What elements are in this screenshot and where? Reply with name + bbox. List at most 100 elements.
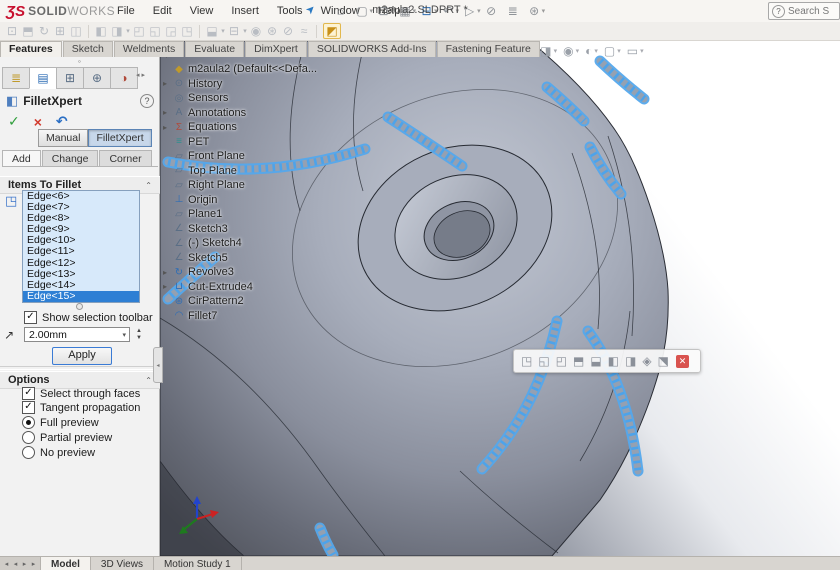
panel-collapse-tab[interactable]: ◂ <box>153 347 163 383</box>
tree-item[interactable]: ▸ ⊥ Origin <box>163 193 353 208</box>
tab-nav-arrow-icon[interactable]: ▸ <box>20 560 29 568</box>
toolbar-icon[interactable]: ◰ <box>133 24 145 38</box>
chevron-down-icon[interactable]: ▾ <box>477 7 481 15</box>
tab-nav-arrow-icon[interactable]: ◂ <box>11 560 20 568</box>
fillet-tab[interactable]: Corner <box>99 150 151 166</box>
edges-listbox[interactable]: Edge<6>Edge<7>Edge<8>Edge<9>Edge<10>Edge… <box>22 190 140 303</box>
toolbar-icon[interactable]: ⊡ <box>6 24 18 38</box>
tree-item[interactable]: ▸ ◆ m2aula2 (Default<<Defa... <box>163 62 353 77</box>
toolbar-icon[interactable]: ◲ <box>165 24 177 38</box>
expand-arrow-icon[interactable]: ▸ <box>163 123 172 132</box>
tree-item[interactable]: ▸ ⊔ Cut-Extrude4 <box>163 280 353 295</box>
quick-access-icon[interactable]: ↶ ▾ <box>442 4 460 18</box>
toolbar-icon[interactable]: ◩ <box>323 23 341 39</box>
tree-item[interactable]: ▸ ∠ (-) Sketch4 <box>163 236 353 251</box>
toolbar-icon[interactable]: ◧ <box>95 24 107 38</box>
quick-access-icon[interactable]: ▷ ▾ <box>463 4 481 18</box>
selection-option-icon[interactable]: ⬓ <box>590 354 601 368</box>
toolbar-icon[interactable]: ▾ <box>242 27 248 35</box>
chevron-down-icon[interactable]: ▾ <box>391 7 395 15</box>
command-tab[interactable]: Weldments <box>114 41 184 57</box>
toolbar-icon[interactable]: ◉ <box>250 24 262 38</box>
fillet-tab[interactable]: Change <box>42 150 99 166</box>
manager-tab[interactable]: ▤ <box>29 67 56 89</box>
chevron-down-icon[interactable]: ▾ <box>554 47 558 55</box>
quick-access-icon[interactable]: ⊡ ▾ <box>377 4 395 18</box>
chevron-down-icon[interactable]: ▾ <box>640 47 644 55</box>
edge-list-item[interactable]: Edge<15> <box>23 291 139 302</box>
menu-item[interactable]: Insert <box>222 5 268 17</box>
edge-list-item[interactable]: Edge<11> <box>23 246 139 257</box>
fillet-tab[interactable]: Add <box>2 150 41 166</box>
expand-arrow-icon[interactable]: ▸ <box>163 268 172 277</box>
toolbar-icon[interactable]: ⊞ <box>54 24 66 38</box>
collapse-chevron-icon[interactable]: ⌃ <box>145 376 152 385</box>
toolbar-icon[interactable]: ◫ <box>70 24 82 38</box>
tree-item[interactable]: ▸ ▱ Top Plane <box>163 164 353 179</box>
undo-button[interactable]: ↶ <box>56 113 68 130</box>
quick-access-icon[interactable]: ⊘ ▾ <box>485 4 503 18</box>
graphics-viewport[interactable]: .bl1{stroke:#54a8ec;stroke-width:11;fill… <box>160 41 840 556</box>
chevron-down-icon[interactable]: ▾ <box>456 7 460 15</box>
chevron-down-icon[interactable]: ▾ <box>370 7 374 15</box>
menu-item[interactable]: File <box>108 5 144 17</box>
show-selection-toolbar-checkbox[interactable]: ✓ Show selection toolbar <box>24 311 153 324</box>
quick-access-icon[interactable]: ⌂ ▾ <box>334 4 352 18</box>
expand-arrow-icon[interactable]: ▸ <box>163 79 172 88</box>
chevron-down-icon[interactable]: ▾ <box>413 7 417 15</box>
tab-nav-arrow-icon[interactable]: ▸ <box>29 560 38 568</box>
tree-item[interactable]: ▸ ∠ Sketch3 <box>163 222 353 237</box>
chevron-down-icon[interactable]: ▾ <box>594 47 598 55</box>
selection-option-icon[interactable]: ◱ <box>538 354 549 368</box>
toolbar-icon[interactable]: ⬒ <box>22 24 34 38</box>
selection-option-icon[interactable]: ◈ <box>642 354 651 368</box>
toolbar-icon[interactable] <box>316 25 317 38</box>
toolbar-icon[interactable]: ↻ <box>38 24 50 38</box>
document-tab[interactable]: Motion Study 1 <box>154 557 242 570</box>
command-tab[interactable]: Features <box>0 41 62 57</box>
expand-arrow-icon[interactable]: ▸ <box>163 108 172 117</box>
radius-spinner[interactable]: ▲▼ <box>133 326 145 343</box>
quick-access-icon[interactable]: ▦ ▾ <box>399 4 417 18</box>
edge-list-item[interactable]: Edge<12> <box>23 258 139 269</box>
tree-item[interactable]: ▸ ↻ Revolve3 <box>163 265 353 280</box>
toolbar-icon[interactable]: ≈ <box>298 24 310 38</box>
selection-option-icon[interactable]: ⬒ <box>573 354 584 368</box>
selection-option-icon[interactable]: ⬔ <box>658 354 669 368</box>
view-tool-icon[interactable]: ▭ ▾ <box>627 44 644 58</box>
toolbar-icon[interactable]: ◨ <box>111 24 123 38</box>
tree-item[interactable]: ▸ ▱ Plane1 <box>163 207 353 222</box>
view-tool-icon[interactable]: ◐ ▾ <box>585 44 598 58</box>
quick-access-icon[interactable]: ▢ ▾ <box>356 4 374 18</box>
menu-item[interactable]: View <box>181 5 223 17</box>
select-through-faces-checkbox[interactable]: ✓ Select through faces <box>22 387 140 400</box>
manager-tab[interactable]: ⊕ <box>83 67 110 89</box>
help-icon[interactable]: ? <box>140 94 154 108</box>
list-resize-handle[interactable] <box>76 303 83 310</box>
mode-button[interactable]: Manual <box>38 129 88 147</box>
toolbar-icon[interactable]: ◳ <box>181 24 193 38</box>
quick-access-icon[interactable]: ⊛ ▾ <box>528 4 546 18</box>
panel-handle[interactable]: ⚬ <box>0 58 159 66</box>
view-tool-icon[interactable]: ◉ ▾ <box>563 44 579 58</box>
quick-access-icon[interactable]: ⊟ ▾ <box>420 4 438 18</box>
close-icon[interactable]: ✕ <box>676 355 689 368</box>
selection-option-icon[interactable]: ◨ <box>625 354 636 368</box>
tree-item[interactable]: ▸ ◠ Fillet7 <box>163 309 353 324</box>
tree-item[interactable]: ▸ ⊛ CirPattern2 <box>163 294 353 309</box>
toolbar-icon[interactable]: ◱ <box>149 24 161 38</box>
menu-item[interactable]: Edit <box>144 5 181 17</box>
tab-nav-arrow-icon[interactable]: ◂ <box>2 560 11 568</box>
toolbar-icon[interactable]: ▾ <box>220 27 226 35</box>
ok-button[interactable]: ✓ <box>8 113 20 130</box>
chevron-down-icon[interactable]: ▾ <box>617 47 621 55</box>
collapse-chevron-icon[interactable]: ⌃ <box>145 181 152 190</box>
tree-item[interactable]: ▸ Σ Equations <box>163 120 353 135</box>
tree-item[interactable]: ▸ ∠ Sketch5 <box>163 251 353 266</box>
dropdown-arrow-icon[interactable]: ▾ <box>122 331 126 339</box>
mode-button[interactable]: FilletXpert <box>88 129 151 147</box>
command-tab[interactable]: SOLIDWORKS Add-Ins <box>308 41 436 57</box>
selection-option-icon[interactable]: ◧ <box>608 354 619 368</box>
manager-tab[interactable]: ◑ <box>110 67 138 89</box>
tree-item[interactable]: ▸ ◎ Sensors <box>163 91 353 106</box>
